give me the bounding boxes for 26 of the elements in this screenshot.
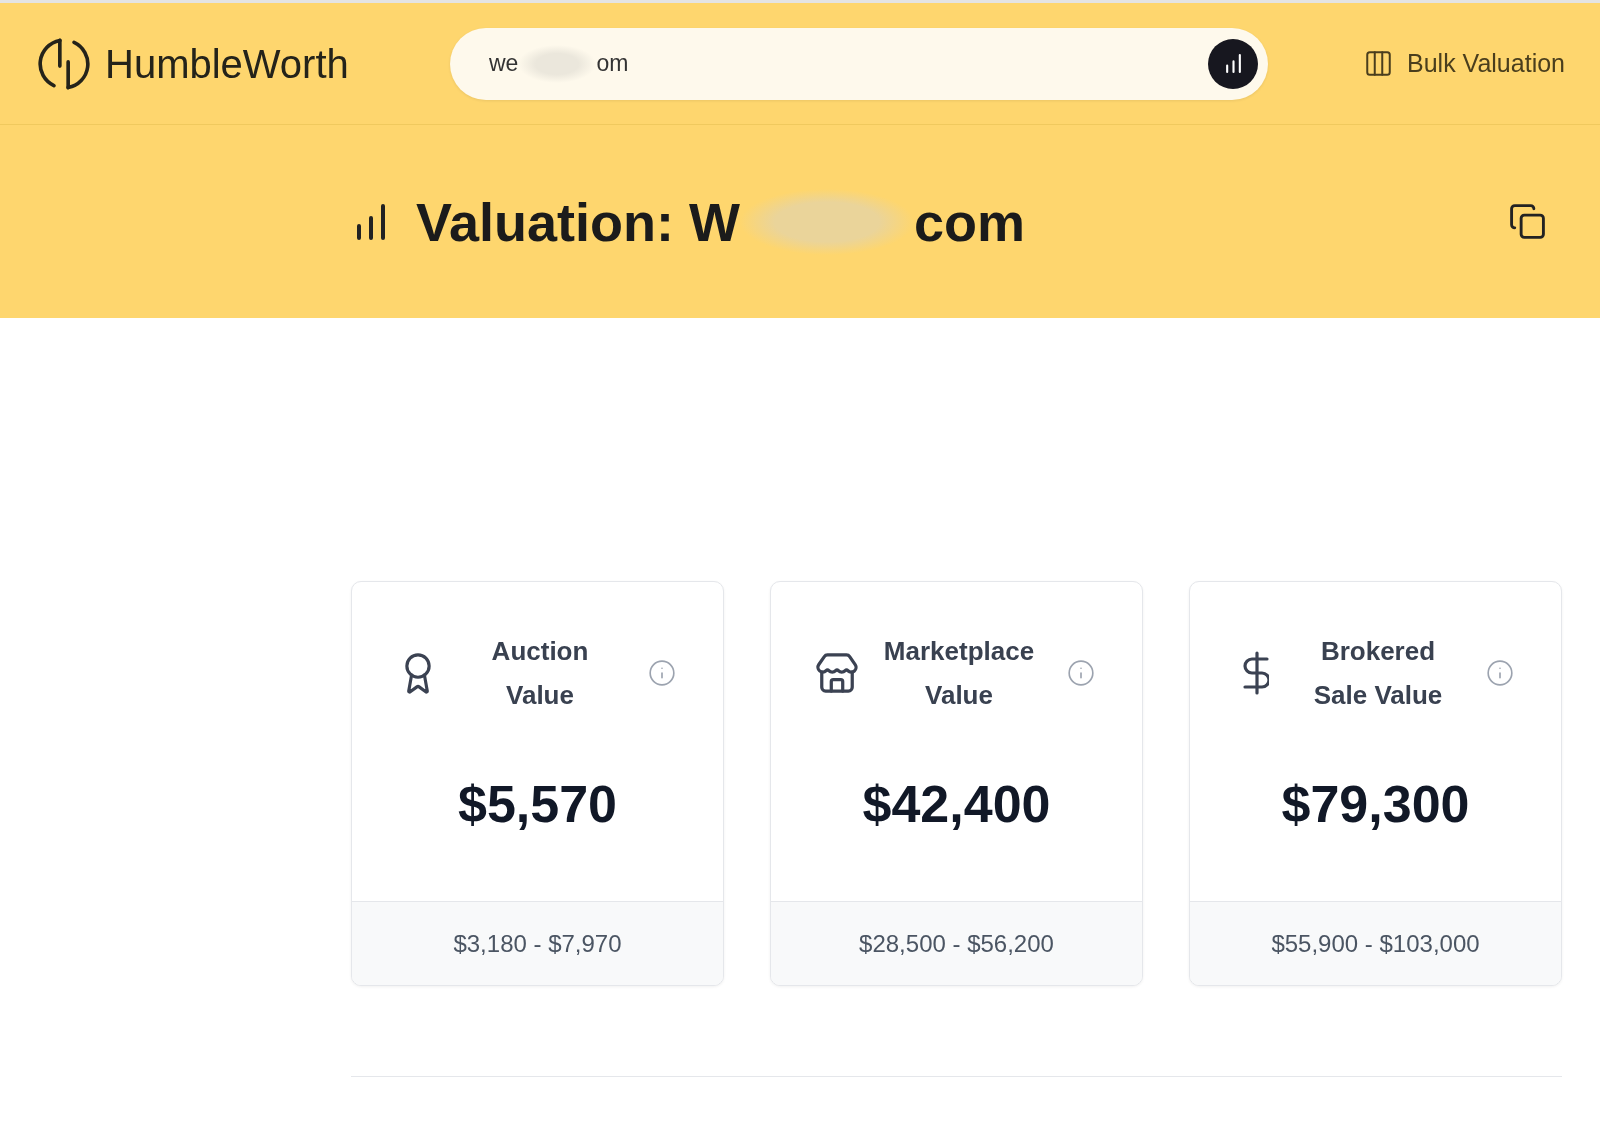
value-range: $3,180 - $7,970 (453, 928, 622, 959)
page-title: com (914, 190, 1026, 254)
info-icon[interactable] (1487, 660, 1513, 686)
card-title: Auction Value (490, 635, 590, 712)
card-value: $42,400 (862, 774, 1051, 834)
award-ribbon-icon (405, 652, 431, 694)
columns-icon (1366, 51, 1391, 76)
card-value: $79,300 (1281, 774, 1470, 834)
logo-text: HumbleWorth (105, 43, 349, 84)
logo-icon (38, 37, 90, 90)
search-button[interactable] (1208, 38, 1258, 89)
value-range: $55,900 - $103,000 (1271, 928, 1480, 959)
store-icon (816, 653, 858, 693)
copy-icon[interactable] (1510, 204, 1545, 239)
search-field[interactable]: we om (450, 27, 1268, 100)
bar-chart-icon (357, 203, 385, 240)
card-title: Marketplace Value (882, 635, 1036, 712)
bar-chart-icon (1225, 54, 1241, 73)
card-title: Brokered Sale Value (1312, 635, 1444, 712)
dollar-sign-icon (1243, 651, 1269, 695)
card-value: $5,570 (457, 774, 617, 834)
bulk-valuation-link[interactable]: Bulk Valuation (1366, 44, 1565, 83)
page-title: Valuation: W (416, 190, 740, 254)
value-range: $28,500 - $56,200 (859, 928, 1054, 959)
info-icon[interactable] (649, 660, 675, 686)
info-icon[interactable] (1068, 660, 1094, 686)
